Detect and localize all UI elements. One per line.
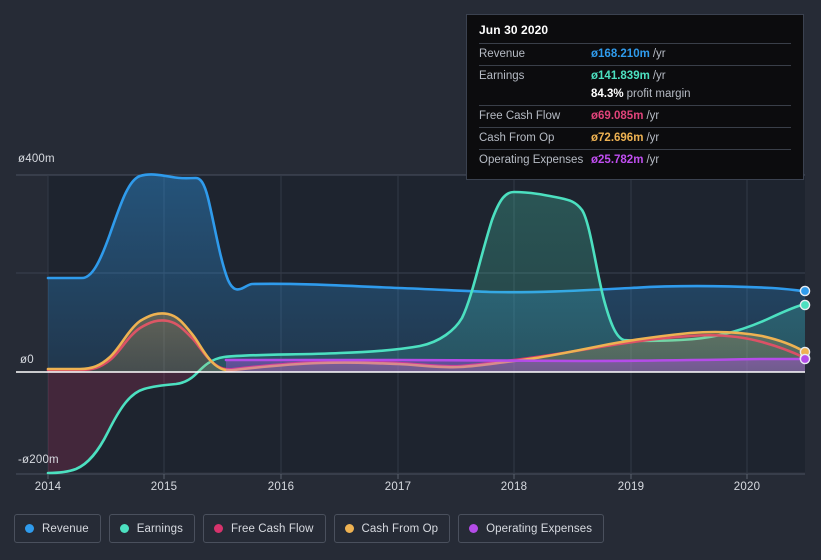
x-axis-ticks — [47, 474, 748, 479]
free-cash-flow-color-dot-icon — [213, 524, 223, 533]
tooltip-label-free-cash-flow: Free Cash Flow — [479, 110, 561, 122]
tooltip-label-earnings: Earnings — [479, 70, 525, 82]
legend-label-operating-expenses: Operating Expenses — [486, 522, 593, 535]
tooltip-value-revenue: ø168.210m — [591, 48, 650, 60]
tooltip-row-revenue: Revenue ø168.210m /yr — [479, 43, 791, 65]
earnings-color-dot-icon — [119, 524, 129, 533]
revenue-end-marker — [799, 285, 811, 297]
tooltip-unit-revenue: /yr — [652, 48, 666, 60]
x-axis-label-2014: 2014 — [34, 481, 62, 493]
operating-expenses-end-marker — [799, 353, 811, 365]
tooltip-label-revenue: Revenue — [479, 48, 526, 60]
legend-label-revenue: Revenue — [42, 522, 89, 535]
tooltip-value-profit-margin: 84.3% — [591, 88, 624, 100]
chart-legend: Revenue Earnings Free Cash Flow Cash Fro… — [14, 514, 605, 543]
revenue-color-dot-icon — [25, 524, 34, 533]
legend-item-revenue[interactable]: Revenue — [14, 514, 101, 543]
tooltip-unit-operating-expenses: /yr — [646, 154, 660, 166]
legend-label-cash-from-op: Cash From Op — [361, 522, 439, 535]
tooltip-row-earnings: Earnings ø141.839m /yr — [479, 65, 791, 87]
tooltip-value-earnings: ø141.839m — [591, 70, 650, 82]
legend-item-earnings[interactable]: Earnings — [108, 514, 195, 543]
operating-expenses-color-dot-icon — [469, 524, 479, 533]
tooltip-label-cash-from-op: Cash From Op — [479, 132, 555, 144]
tooltip-date: Jun 30 2020 — [479, 23, 549, 37]
legend-label-free-cash-flow: Free Cash Flow — [230, 522, 314, 535]
x-axis-label-2017: 2017 — [384, 481, 412, 493]
tooltip-unit-free-cash-flow: /yr — [646, 110, 660, 122]
tooltip-row-profit-margin: 84.3% profit margin — [479, 87, 791, 105]
x-axis-label-2016: 2016 — [267, 481, 295, 493]
cash-from-op-color-dot-icon — [344, 524, 354, 533]
y-axis-label-zero: ø0 — [20, 354, 34, 366]
tooltip-unit-earnings: /yr — [652, 70, 666, 82]
legend-item-operating-expenses[interactable]: Operating Expenses — [458, 514, 605, 543]
legend-item-free-cash-flow[interactable]: Free Cash Flow — [202, 514, 326, 543]
x-axis-label-2015: 2015 — [150, 481, 178, 493]
tooltip-value-free-cash-flow: ø69.085m — [591, 110, 644, 122]
earnings-end-marker — [799, 299, 811, 311]
tooltip-row-free-cash-flow: Free Cash Flow ø69.085m /yr — [479, 105, 791, 127]
chart-tooltip: Jun 30 2020 Revenue ø168.210m /yr Earnin… — [466, 14, 804, 180]
tooltip-unit-cash-from-op: /yr — [646, 132, 660, 144]
x-axis-label-2019: 2019 — [617, 481, 645, 493]
legend-label-earnings: Earnings — [136, 522, 183, 535]
x-axis-label-2020: 2020 — [733, 481, 761, 493]
tooltip-value-operating-expenses: ø25.782m — [591, 154, 644, 166]
tooltip-row-cash-from-op: Cash From Op ø72.696m /yr — [479, 127, 791, 149]
x-axis-label-2018: 2018 — [500, 481, 528, 493]
y-axis-label-bottom: -ø200m — [18, 454, 59, 466]
tooltip-label-operating-expenses: Operating Expenses — [479, 154, 584, 166]
tooltip-row-operating-expenses: Operating Expenses ø25.782m /yr — [479, 149, 791, 171]
tooltip-value-cash-from-op: ø72.696m — [591, 132, 644, 144]
tooltip-unit-profit-margin: profit margin — [626, 88, 691, 100]
operating-expenses-series — [224, 357, 805, 372]
legend-item-cash-from-op[interactable]: Cash From Op — [333, 514, 451, 543]
y-axis-label-top: ø400m — [18, 153, 55, 165]
